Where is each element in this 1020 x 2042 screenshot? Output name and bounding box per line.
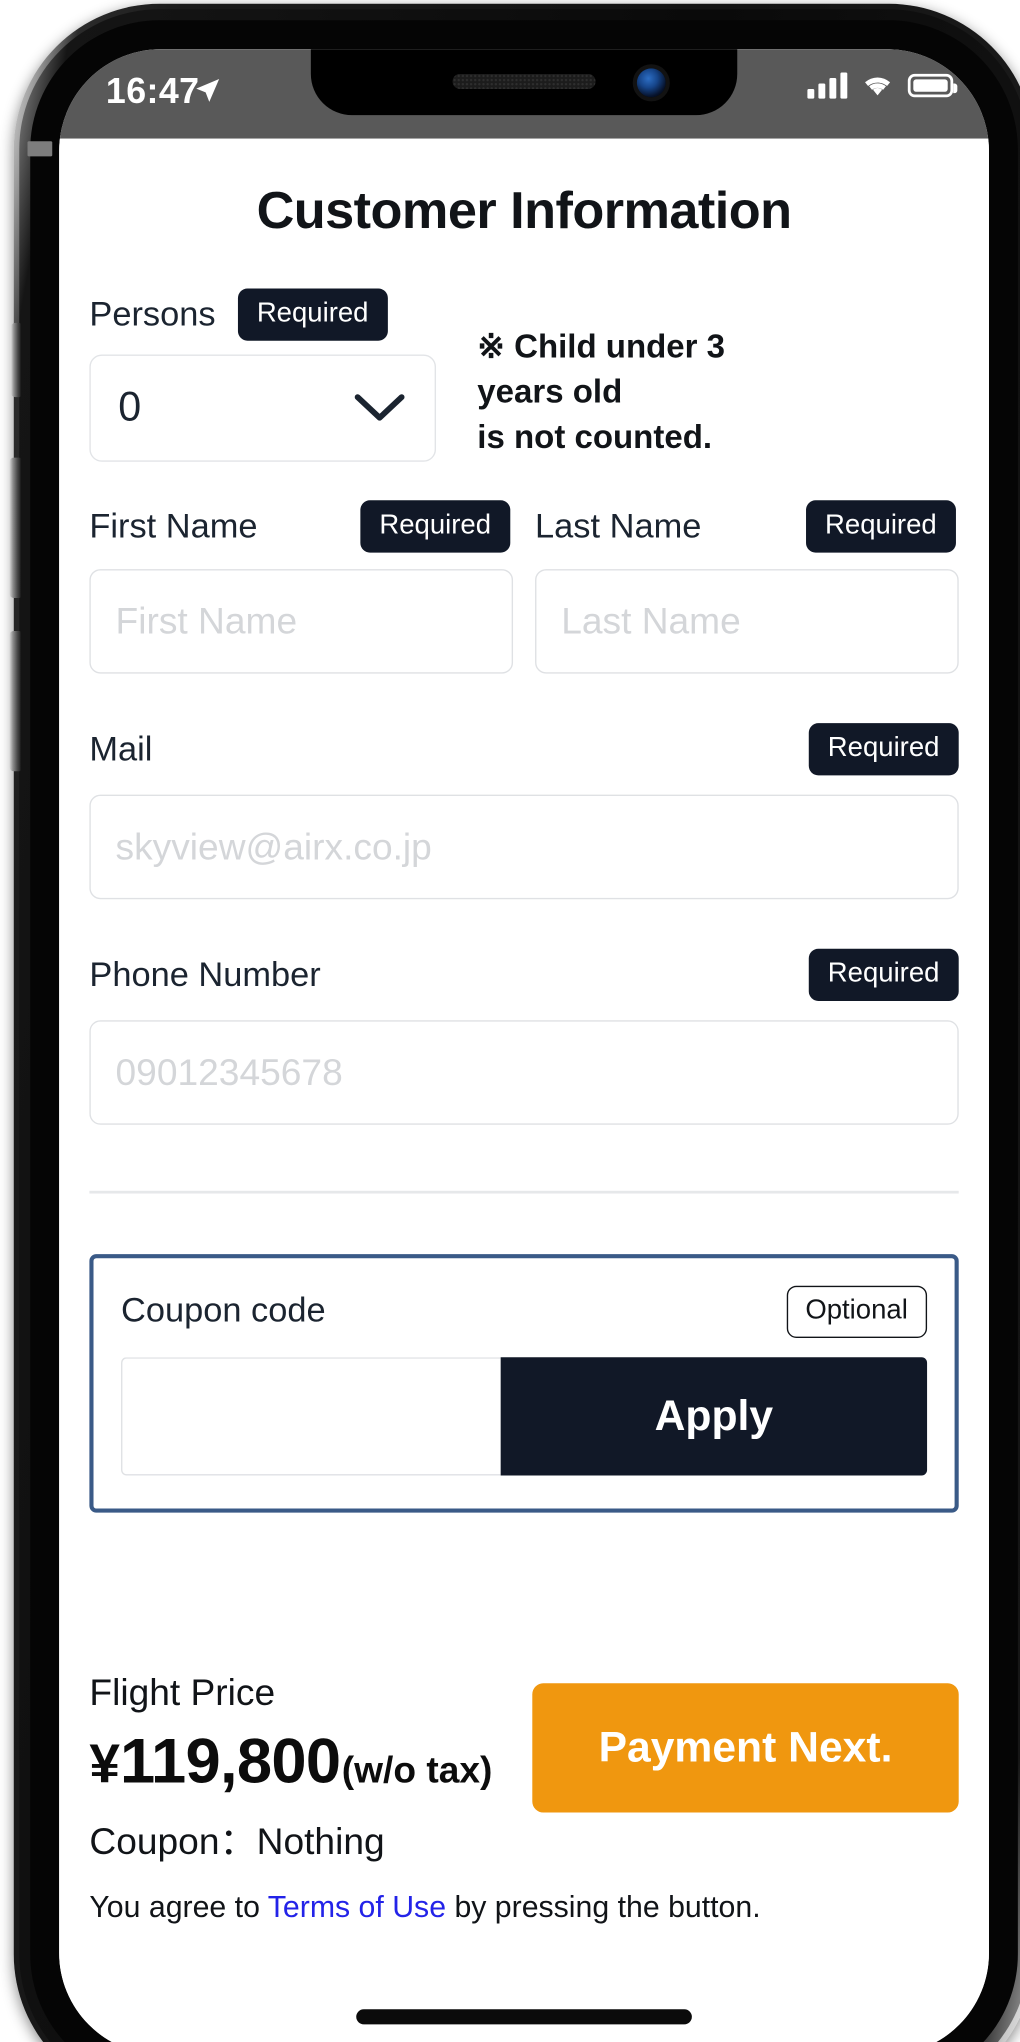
coupon-label-row: Coupon code Optional [121,1285,928,1338]
terms-agreement-text: You agree to Terms of Use by pressing th… [89,1889,958,1925]
mail-label: Mail [89,729,153,768]
cellular-signal-icon [807,71,848,98]
persons-select-wrap[interactable]: 0 [89,354,437,462]
coupon-status: Coupon：Nothing [89,1820,385,1862]
front-camera-icon [636,68,666,98]
mail-label-row: Mail Required [89,723,959,776]
name-section: First Name Required Last Name Required [89,500,959,674]
persons-section: Persons Required 0 ※ Child under 3 years… [89,288,958,462]
phone-label: Phone Number [89,954,321,994]
screenshot-stage: 16:47 Customer Information Persons Requi… [0,0,1020,2042]
last-name-label-row: Last Name Required [535,500,959,553]
terms-suffix: by pressing the button. [446,1888,761,1924]
mute-switch-button[interactable] [10,322,21,398]
apply-coupon-button[interactable]: Apply [500,1356,928,1475]
phone-section: Phone Number Required [89,948,959,1125]
coupon-optional-badge: Optional [786,1285,928,1338]
phone-device-frame: 16:47 Customer Information Persons Requi… [9,3,1020,2042]
phone-screen: 16:47 Customer Information Persons Requi… [59,49,989,2042]
flight-price-label: Flight Price [89,1671,276,1713]
persons-note: ※ Child under 3 years old is not counted… [477,288,958,460]
first-name-label-row: First Name Required [89,500,513,553]
persons-label: Persons [89,294,216,334]
section-divider [89,1190,959,1193]
last-name-required-badge: Required [805,500,956,553]
page-content: Customer Information Persons Required 0 [59,138,989,2042]
volume-down-button[interactable] [9,630,21,772]
terms-prefix: You agree to [89,1888,268,1924]
terms-of-use-link[interactable]: Terms of Use [268,1889,446,1923]
location-arrow-icon [196,78,220,102]
coupon-code-input[interactable] [121,1356,501,1475]
phone-antenna-band [27,141,53,157]
persons-label-row: Persons Required [89,288,436,341]
persons-field-group: Persons Required 0 [89,288,437,462]
volume-up-button[interactable] [9,457,21,598]
last-name-label: Last Name [535,506,702,546]
phone-label-row: Phone Number Required [89,948,959,1001]
status-bar-indicators [807,71,958,99]
first-name-required-badge: Required [360,500,511,553]
mail-required-badge: Required [808,723,959,776]
wifi-icon [865,77,891,96]
mail-input[interactable] [89,794,959,900]
first-name-label: First Name [89,506,258,546]
price-tax-note: (w/o tax) [341,1748,493,1790]
page-title: Customer Information [256,182,792,241]
first-name-input[interactable] [89,569,514,674]
persons-note-line-1: ※ Child under 3 [477,328,726,366]
device-notch [310,49,738,116]
chevron-down-icon[interactable] [353,393,405,423]
coupon-section: Coupon code Optional Apply [89,1253,959,1513]
coupon-input-row: Apply [121,1356,928,1475]
payment-next-button[interactable]: Payment Next. [532,1682,959,1812]
price-summary: Flight Price ¥ 119,800 (w/o tax) Coupon：… [89,1666,507,1864]
currency-symbol: ¥ [89,1733,120,1795]
last-name-input[interactable] [535,569,959,674]
first-name-group: First Name Required [89,500,514,674]
price-value-line: ¥ 119,800 (w/o tax) [89,1723,507,1797]
coupon-label: Coupon code [121,1291,326,1330]
battery-full-icon [907,73,958,97]
last-name-group: Last Name Required [535,500,959,674]
persons-note-line-2: years old [477,373,623,412]
phone-required-badge: Required [808,948,959,1001]
mail-section: Mail Required [89,723,959,900]
persons-required-badge: Required [237,288,388,341]
footer-section: Flight Price ¥ 119,800 (w/o tax) Coupon：… [89,1666,959,1925]
status-bar-clock: 16:47 [105,69,200,112]
earpiece-speaker [452,73,596,90]
price-amount: 119,800 [119,1723,341,1796]
persons-note-line-3: is not counted. [477,419,713,457]
persons-select-value: 0 [118,384,142,431]
price-and-action-row: Flight Price ¥ 119,800 (w/o tax) Coupon：… [89,1666,959,1864]
phone-input[interactable] [89,1020,959,1125]
home-indicator[interactable] [356,2009,692,2025]
